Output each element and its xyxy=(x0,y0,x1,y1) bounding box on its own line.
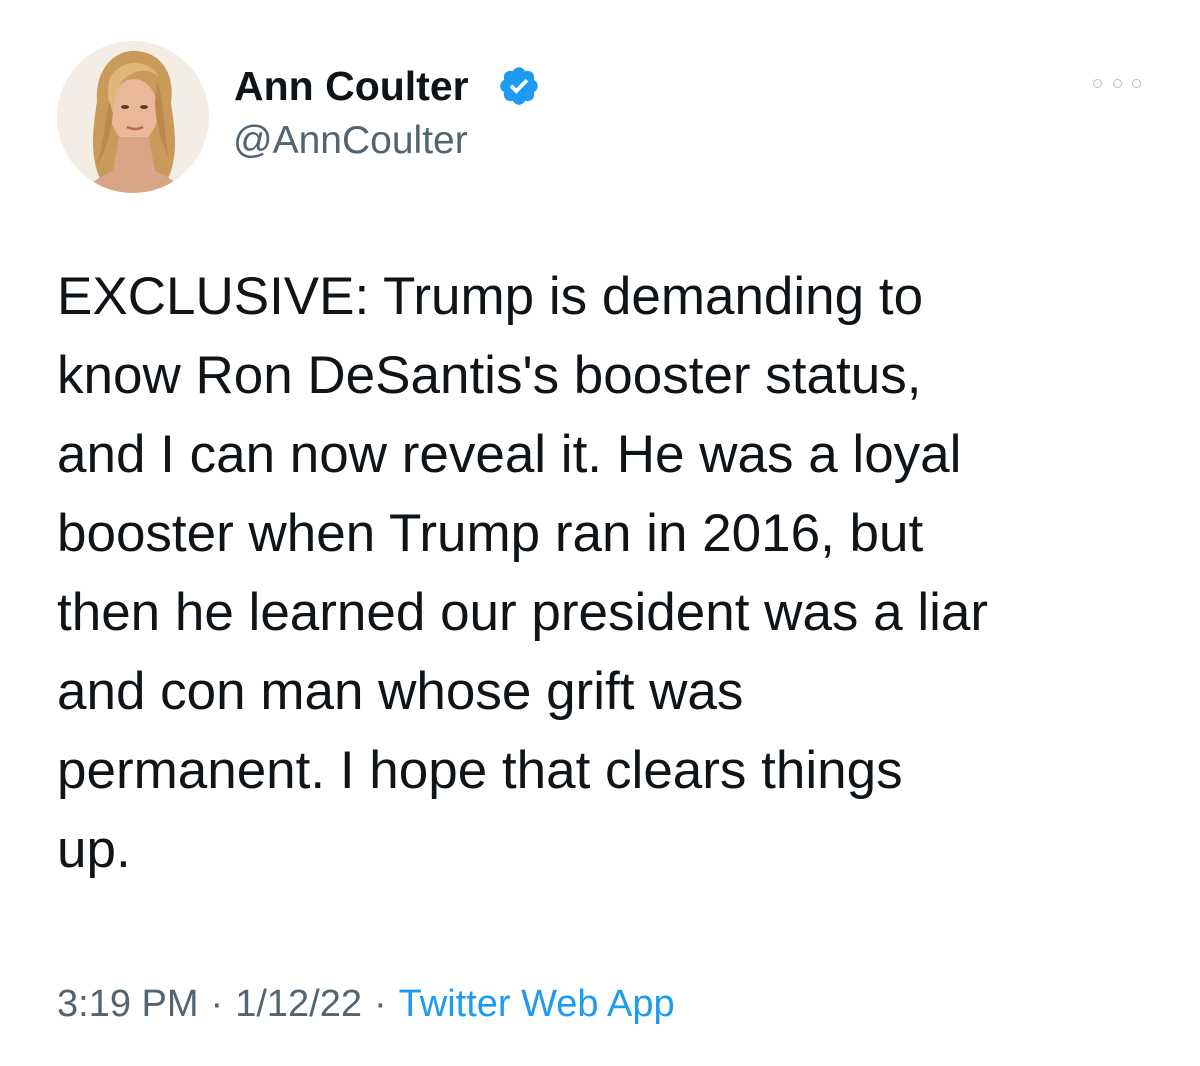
tweet-date[interactable]: 1/12/22 xyxy=(235,983,362,1025)
tweet-text-line: know Ron DeSantis's booster status, xyxy=(57,346,922,405)
display-name[interactable]: Ann Coulter xyxy=(234,62,469,110)
meta-separator: · xyxy=(373,983,387,1025)
tweet-source-link[interactable]: Twitter Web App xyxy=(399,983,675,1025)
tweet-metadata: 3:19 PM · 1/12/22 · Twitter Web App xyxy=(57,980,675,1028)
tweet-text-line: up. xyxy=(57,820,131,879)
more-dot xyxy=(1112,78,1122,88)
tweet-text-line: and I can now reveal it. He was a loyal xyxy=(57,425,962,484)
tweet-text-line: permanent. I hope that clears things xyxy=(57,741,903,800)
tweet-text-line: EXCLUSIVE: Trump is demanding to xyxy=(57,267,924,326)
verified-badge-icon xyxy=(497,64,541,108)
user-handle[interactable]: @AnnCoulter xyxy=(233,117,468,165)
tweet-text: EXCLUSIVE: Trump is demanding to know Ro… xyxy=(57,266,1157,898)
more-options-icon[interactable] xyxy=(1093,71,1141,95)
more-dot xyxy=(1093,78,1102,88)
tweet-text-line: then he learned our president was a liar xyxy=(57,583,989,642)
more-dot xyxy=(1132,78,1141,88)
tweet-time[interactable]: 3:19 PM xyxy=(57,983,199,1025)
tweet-card: Ann Coulter @AnnCoulter EXCLUSIVE: Trump… xyxy=(0,0,1200,1066)
meta-separator: · xyxy=(210,983,224,1025)
tweet-text-line: booster when Trump ran in 2016, but xyxy=(57,504,924,563)
tweet-text-line: and con man whose grift was xyxy=(57,662,744,721)
avatar[interactable] xyxy=(57,41,209,193)
